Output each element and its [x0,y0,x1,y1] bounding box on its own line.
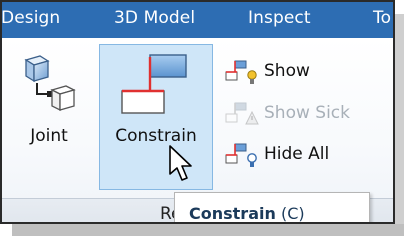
constrain-button[interactable]: Constrain [99,44,213,190]
constrain-label: Constrain [115,126,197,146]
show-sick-button[interactable]: Show Sick [222,100,392,128]
frame-shadow-bottom [12,224,404,236]
mouse-pointer-icon [169,145,192,181]
show-label: Show [264,61,310,81]
frame-shadow-right [395,14,404,230]
joint-label: Joint [30,126,68,146]
tab-inspect[interactable]: Inspect [248,8,311,28]
tab-design[interactable]: Design [2,8,60,28]
tab-3d-model[interactable]: 3D Model [114,8,195,28]
ribbon-window: Design 3D Model Inspect To Joint Constra… [0,0,395,224]
tooltip-text: Constrain (C) [189,204,305,223]
constraint-show-icon [225,60,257,84]
constrain-tooltip: Constrain (C) [174,192,370,223]
constrain-icon [121,54,187,114]
ribbon-tab-bar: Design 3D Model Inspect To [2,2,393,38]
joint-icon [24,55,76,112]
show-button[interactable]: Show [222,58,392,86]
hide-all-button[interactable]: Hide All [222,141,392,169]
joint-button[interactable]: Joint [10,44,88,180]
tooltip-shortcut: (C) [280,204,305,223]
show-sick-label: Show Sick [264,103,350,123]
tooltip-command-name: Constrain [189,204,276,223]
constraint-show-sick-icon [225,102,259,125]
constraint-hide-all-icon [225,143,257,167]
hide-all-label: Hide All [264,144,330,164]
tab-tools[interactable]: To [373,8,391,28]
